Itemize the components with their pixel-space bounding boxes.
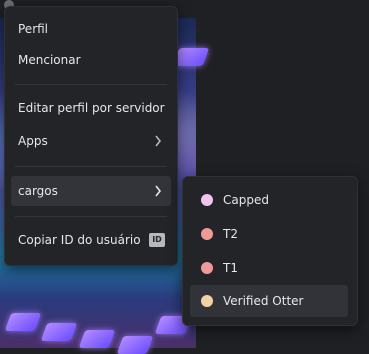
menu-item-mention[interactable]: Mencionar	[11, 45, 171, 75]
chevron-right-icon	[155, 185, 162, 197]
user-context-menu: Perfil Mencionar Editar perfil por servi…	[4, 6, 178, 266]
decorative-tile	[78, 330, 116, 348]
role-item[interactable]: T2	[190, 218, 348, 250]
menu-divider	[15, 84, 167, 85]
role-item[interactable]: Capped	[190, 184, 348, 216]
role-color-dot	[201, 228, 213, 240]
role-item[interactable]: Verified Otter	[190, 285, 348, 317]
decorative-tile	[40, 323, 78, 341]
menu-item-profile[interactable]: Perfil	[11, 14, 171, 44]
menu-item-label: cargos	[18, 184, 58, 198]
decorative-tile	[172, 48, 210, 66]
menu-item-apps[interactable]: Apps	[11, 126, 171, 156]
menu-item-label: Editar perfil por servidor	[18, 101, 165, 115]
role-label: Verified Otter	[223, 294, 304, 308]
roles-submenu: Capped T2 T1 Verified Otter	[182, 176, 358, 326]
id-icon: ID	[149, 233, 165, 247]
role-label: T1	[223, 261, 238, 275]
menu-divider	[15, 216, 167, 217]
role-label: T2	[223, 227, 238, 241]
menu-item-copy-user-id[interactable]: Copiar ID do usuário ID	[11, 225, 171, 255]
role-item[interactable]: T1	[190, 252, 348, 284]
menu-item-label: Copiar ID do usuário	[18, 233, 141, 247]
chevron-right-icon	[155, 135, 162, 147]
menu-divider	[15, 166, 167, 167]
role-label: Capped	[223, 193, 269, 207]
menu-item-roles[interactable]: cargos	[11, 176, 171, 206]
role-color-dot	[201, 262, 213, 274]
decorative-tile	[4, 313, 42, 331]
decorative-tile	[116, 336, 154, 354]
menu-item-label: Apps	[18, 134, 48, 148]
menu-item-edit-server-profile[interactable]: Editar perfil por servidor	[11, 93, 171, 123]
menu-item-label: Mencionar	[18, 53, 81, 67]
role-color-dot	[201, 194, 213, 206]
menu-item-label: Perfil	[18, 22, 49, 36]
role-color-dot	[201, 295, 213, 307]
